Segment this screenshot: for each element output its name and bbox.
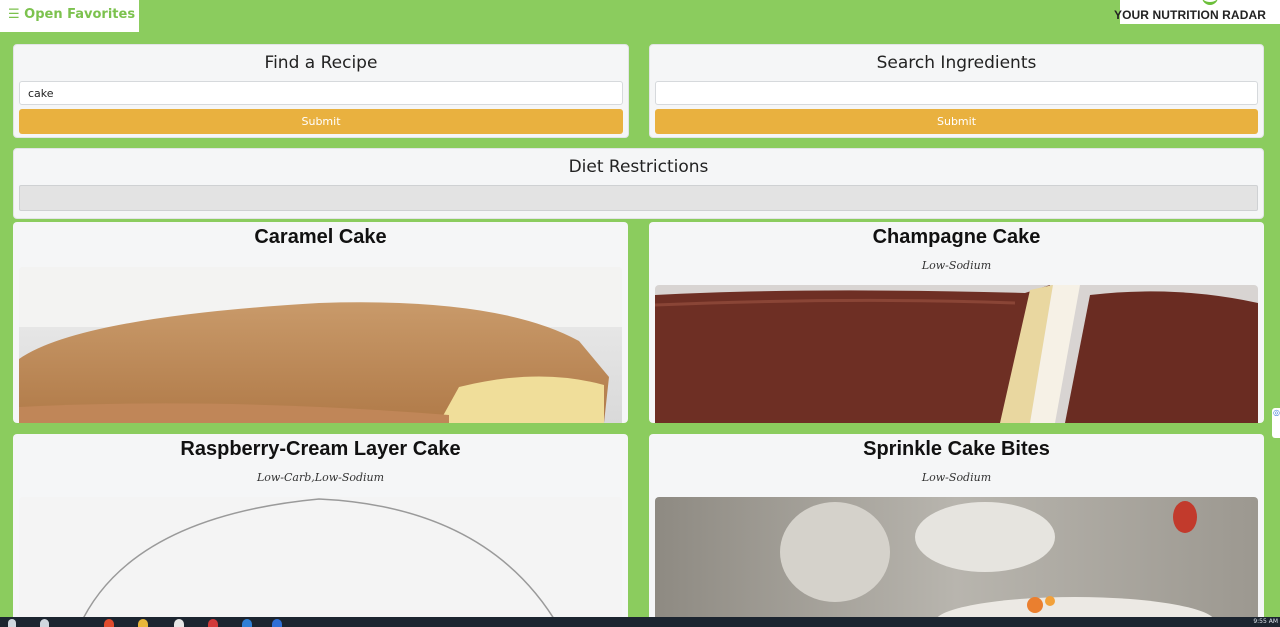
sprinkle-cake-photo [655,497,1258,627]
ingredients-search-input[interactable] [655,81,1258,105]
chat-icon[interactable] [272,619,282,627]
search-ingredients-title: Search Ingredients [876,53,1037,73]
recipe-diet-labels: Low-Carb,Low-Sodium [256,471,385,484]
app-icon[interactable] [174,619,184,627]
recipe-card[interactable]: Raspberry-Cream Layer Cake Low-Carb,Low-… [13,434,628,627]
recipe-diet-labels: Low-Sodium [921,259,992,272]
brand-name: YOUR NUTRITION RADAR [1114,8,1266,22]
brand-logo: YOUR NUTRITION RADAR [1114,0,1280,24]
caramel-cake-photo [19,267,622,423]
diet-restrictions-select[interactable] [19,185,1258,211]
recipe-card[interactable]: Caramel Cake [13,222,628,423]
recipe-title[interactable]: Raspberry-Cream Layer Cake [13,438,628,461]
champagne-cake-photo [655,285,1258,423]
diet-restrictions-title: Diet Restrictions [568,157,709,177]
recipe-diet-labels: Low-Sodium [921,471,992,484]
recipe-title[interactable]: Champagne Cake [649,226,1264,249]
diet-restrictions-panel: Diet Restrictions [13,148,1264,219]
os-taskbar: 9:55 AM [0,617,1280,627]
recipe-title[interactable]: Sprinkle Cake Bites [649,438,1264,461]
start-icon[interactable] [8,619,16,627]
recipe-submit-button[interactable]: Submit [19,109,623,134]
top-bar [0,0,1280,26]
search-icon[interactable] [40,619,49,627]
favorites-tab: ☰ Open Favorites [0,0,139,32]
open-favorites-link[interactable]: ☰ Open Favorites [8,7,135,22]
editor-icon[interactable] [242,619,252,627]
recipe-image-raspberry-cream-layer-cake[interactable] [19,497,622,627]
side-widget-icon[interactable]: ◎ [1272,408,1280,438]
find-recipe-panel: Find a Recipe cake Submit [13,44,629,138]
raspberry-cake-photo [19,497,622,627]
recipe-card[interactable]: Sprinkle Cake Bites Low-Sodium [649,434,1264,627]
recipe-image-champagne-cake[interactable] [655,285,1258,423]
ingredients-submit-button[interactable]: Submit [655,109,1258,134]
recipe-card[interactable]: Champagne Cake Low-Sodium [649,222,1264,423]
recipe-image-sprinkle-cake-bites[interactable] [655,497,1258,627]
recipe-search-input[interactable]: cake [19,81,623,105]
recipe-image-caramel-cake[interactable] [19,267,622,423]
search-ingredients-panel: Search Ingredients Submit [649,44,1264,138]
taskbar-clock: 9:55 AM [1253,618,1278,625]
browser-icon[interactable] [104,619,114,627]
recipe-title[interactable]: Caramel Cake [13,226,628,249]
folder-icon[interactable] [138,619,148,627]
find-recipe-title: Find a Recipe [264,53,378,73]
leaf-icon [1202,0,1218,5]
office-icon[interactable] [208,619,218,627]
